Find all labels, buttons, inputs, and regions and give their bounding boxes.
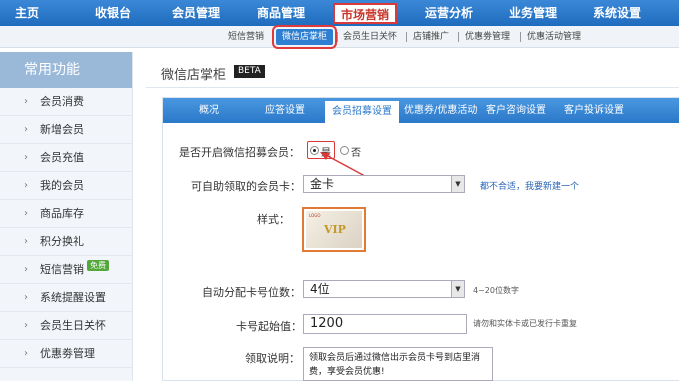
card-start-input[interactable]: 1200: [303, 314, 467, 334]
top-nav: 主页 收银台 会员管理 商品管理 市场营销 运营分析 业务管理 系统设置: [0, 0, 679, 26]
sub-nav-divider: [406, 32, 407, 42]
sub-nav-coupons[interactable]: 优惠劵管理: [465, 26, 510, 48]
top-nav-business[interactable]: 业务管理: [500, 0, 566, 26]
chevron-right-icon: ›: [24, 292, 28, 303]
tab-bar: 概况 应答设置 会员招募设置 优惠券/优惠活动 客户咨询设置 客户投诉设置: [163, 98, 679, 123]
chevron-right-icon: ›: [24, 96, 28, 107]
sub-nav: 短信营销 微信店掌柜 会员生日关怀 店铺推广 优惠劵管理 优惠活动管理: [0, 25, 679, 49]
sub-nav-divider: [520, 32, 521, 42]
sidebar-item-label: 会员充值: [40, 151, 84, 164]
sidebar-item-label: 商品库存: [40, 207, 84, 220]
beta-badge: BETA: [234, 65, 265, 78]
tab-complaint-settings[interactable]: 客户投诉设置: [564, 98, 624, 123]
top-nav-members[interactable]: 会员管理: [163, 0, 229, 26]
top-nav-home[interactable]: 主页: [2, 0, 52, 26]
top-nav-cashier[interactable]: 收银台: [86, 0, 140, 26]
digits-label: 自动分配卡号位数：: [202, 286, 301, 299]
sub-nav-activities[interactable]: 优惠活动管理: [527, 26, 581, 48]
digits-hint: 4~20位数字: [473, 286, 519, 295]
sub-nav-wechat[interactable]: 微信店掌柜: [271, 25, 338, 49]
start-label: 卡号起始值：: [236, 320, 302, 333]
sidebar-item-birthday[interactable]: › 会员生日关怀: [0, 312, 132, 340]
settings-panel: 概况 应答设置 会员招募设置 优惠券/优惠活动 客户咨询设置 客户投诉设置: [162, 97, 679, 381]
sidebar-item-inventory[interactable]: › 商品库存: [0, 200, 132, 228]
sidebar-item-label: 新增会员: [40, 123, 84, 136]
top-nav-marketing[interactable]: 市场营销: [333, 3, 397, 24]
sidebar-item-member-consume[interactable]: › 会员消费: [0, 88, 132, 116]
chevron-right-icon: ›: [24, 320, 28, 331]
tab-coupons[interactable]: 优惠券/优惠活动: [404, 98, 477, 123]
sidebar-item-add-member[interactable]: › 新增会员: [0, 116, 132, 144]
claim-description-textarea[interactable]: 领取会员后通过微信出示会员卡号到店里消费，享受会员优惠!: [303, 347, 493, 381]
sidebar-item-recharge[interactable]: › 会员充值: [0, 144, 132, 172]
desc-label: 领取说明：: [245, 352, 300, 365]
tab-overview[interactable]: 概况: [199, 98, 219, 123]
style-label: 样式：: [257, 213, 290, 226]
chevron-right-icon: ›: [24, 236, 28, 247]
card-style-preview[interactable]: LOGO VIP: [302, 207, 366, 252]
sidebar-item-coupons[interactable]: › 优惠劵管理: [0, 340, 132, 368]
tab-recruit-settings[interactable]: 会员招募设置: [325, 101, 399, 123]
card-digits-value: 4位: [310, 282, 330, 296]
card-vip-text: VIP: [324, 223, 346, 236]
tab-reply-settings[interactable]: 应答设置: [265, 98, 305, 123]
free-badge: 免费: [87, 260, 109, 271]
sidebar-item-sms[interactable]: › 短信营销 免费: [0, 256, 132, 284]
sidebar-item-points-gift[interactable]: › 积分换礼: [0, 228, 132, 256]
card-digits-select[interactable]: 4位 ▼: [303, 280, 465, 298]
chevron-right-icon: ›: [24, 180, 28, 191]
sidebar-title: 常用功能: [0, 52, 132, 88]
member-card-value: 金卡: [310, 177, 335, 191]
top-nav-products[interactable]: 商品管理: [248, 0, 314, 26]
sidebar-item-reminders[interactable]: › 系统提醒设置: [0, 284, 132, 312]
chevron-right-icon: ›: [24, 152, 28, 163]
page-title: 微信店掌柜: [161, 68, 227, 83]
sidebar-item-label: 我的会员: [40, 179, 84, 192]
tab-consult-settings[interactable]: 客户咨询设置: [486, 98, 546, 123]
sub-nav-promotion[interactable]: 店铺推广: [413, 26, 449, 48]
dropdown-arrow-icon[interactable]: ▼: [451, 281, 464, 297]
sub-nav-divider: [458, 32, 459, 42]
sidebar-item-label: 短信营销: [40, 263, 84, 276]
sub-nav-divider: [337, 32, 338, 42]
sidebar-item-label: 会员消费: [40, 95, 84, 108]
chevron-right-icon: ›: [24, 348, 28, 359]
sub-nav-sms[interactable]: 短信营销: [228, 26, 264, 48]
dropdown-arrow-icon[interactable]: ▼: [451, 176, 464, 192]
sidebar-item-label: 积分换礼: [40, 235, 84, 248]
recruit-label: 是否开启微信招募会员：: [179, 146, 300, 159]
sub-nav-birthday[interactable]: 会员生日关怀: [343, 26, 397, 48]
sidebar-item-label: 系统提醒设置: [40, 291, 106, 304]
new-card-link[interactable]: 都不合适，我要新建一个: [480, 179, 579, 192]
vip-card-image: LOGO VIP: [306, 211, 362, 248]
sidebar: 常用功能 › 会员消费 › 新增会员 › 会员充值 › 我的会员 › 商品库存 › 积分换礼…: [0, 52, 133, 381]
top-nav-settings[interactable]: 系统设置: [584, 0, 650, 26]
start-hint: 请勿和实体卡或已发行卡重复: [473, 319, 577, 328]
sidebar-item-my-members[interactable]: › 我的会员: [0, 172, 132, 200]
sidebar-item-label: 会员生日关怀: [40, 319, 106, 332]
card-label: 可自助领取的会员卡：: [191, 180, 301, 193]
top-nav-analytics[interactable]: 运营分析: [416, 0, 482, 26]
chevron-right-icon: ›: [24, 124, 28, 135]
sidebar-item-label: 优惠劵管理: [40, 347, 95, 360]
page-header: 微信店掌柜 BETA: [146, 52, 679, 88]
chevron-right-icon: ›: [24, 208, 28, 219]
chevron-right-icon: ›: [24, 264, 28, 275]
card-logo: LOGO: [309, 213, 321, 218]
member-card-select[interactable]: 金卡 ▼: [303, 175, 465, 193]
